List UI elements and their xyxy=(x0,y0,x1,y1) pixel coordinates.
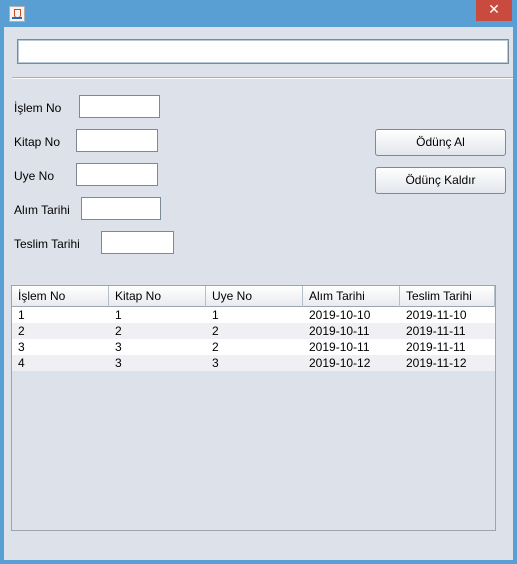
table-cell: 3 xyxy=(115,340,122,354)
column-header-islem-no[interactable]: İşlem No xyxy=(12,286,109,307)
table-cell: 2019-11-10 xyxy=(406,308,467,322)
alim-tarihi-label: Alım Tarihi xyxy=(14,203,70,217)
table-cell: 2019-10-11 xyxy=(309,324,370,338)
table-body: 1 1 1 2019-10-10 2019-11-10 2 2 2 2019-1… xyxy=(12,307,495,371)
table-cell: 1 xyxy=(115,308,122,322)
column-header-alim-tarihi[interactable]: Alım Tarihi xyxy=(303,286,400,307)
uye-no-label: Uye No xyxy=(14,169,55,183)
column-header-uye-no[interactable]: Uye No xyxy=(206,286,303,307)
table-header: İşlem No Kitap No Uye No Alım Tarihi Tes… xyxy=(12,286,495,307)
table-row[interactable]: 2 2 2 2019-10-11 2019-11-11 xyxy=(12,323,495,339)
table-cell: 2 xyxy=(212,324,219,338)
column-header-teslim-tarihi[interactable]: Teslim Tarihi xyxy=(400,286,495,307)
islem-no-field[interactable] xyxy=(79,95,160,118)
top-text-field[interactable] xyxy=(17,39,509,64)
table-cell: 2 xyxy=(18,324,25,338)
java-icon[interactable] xyxy=(9,6,25,22)
odunc-kaldir-button[interactable]: Ödünç Kaldır xyxy=(375,167,506,194)
teslim-tarihi-label: Teslim Tarihi xyxy=(14,237,80,251)
loans-table[interactable]: İşlem No Kitap No Uye No Alım Tarihi Tes… xyxy=(11,285,496,531)
table-cell: 1 xyxy=(18,308,25,322)
table-cell: 2 xyxy=(115,324,122,338)
table-row[interactable]: 3 3 2 2019-10-11 2019-11-11 xyxy=(12,339,495,355)
application-window: ✕ İşlem No Kitap No Uye No Alım Tarihi T… xyxy=(0,0,517,564)
islem-no-label: İşlem No xyxy=(14,101,62,115)
kitap-no-field[interactable] xyxy=(76,129,158,152)
table-cell: 3 xyxy=(18,340,25,354)
uye-no-field[interactable] xyxy=(76,163,158,186)
table-row[interactable]: 1 1 1 2019-10-10 2019-11-10 xyxy=(12,307,495,323)
separator xyxy=(12,77,513,79)
table-cell: 4 xyxy=(18,356,25,370)
table-cell: 3 xyxy=(212,356,219,370)
close-icon: ✕ xyxy=(488,2,500,18)
teslim-tarihi-field[interactable] xyxy=(101,231,174,254)
table-cell: 2019-11-11 xyxy=(406,340,466,354)
table-cell: 3 xyxy=(115,356,122,370)
table-cell: 2019-10-10 xyxy=(309,308,371,322)
column-header-kitap-no[interactable]: Kitap No xyxy=(109,286,206,307)
table-cell: 2019-11-12 xyxy=(406,356,467,370)
close-button[interactable]: ✕ xyxy=(476,0,512,21)
table-cell: 2019-11-11 xyxy=(406,324,466,338)
title-bar: ✕ xyxy=(0,0,517,27)
table-cell: 1 xyxy=(212,308,219,322)
main-panel: İşlem No Kitap No Uye No Alım Tarihi Tes… xyxy=(4,27,513,560)
kitap-no-label: Kitap No xyxy=(14,135,61,149)
odunc-al-button[interactable]: Ödünç Al xyxy=(375,129,506,156)
table-cell: 2019-10-12 xyxy=(309,356,371,370)
table-cell: 2 xyxy=(212,340,219,354)
alim-tarihi-field[interactable] xyxy=(81,197,161,220)
table-row[interactable]: 4 3 3 2019-10-12 2019-11-12 xyxy=(12,355,495,371)
table-cell: 2019-10-11 xyxy=(309,340,370,354)
